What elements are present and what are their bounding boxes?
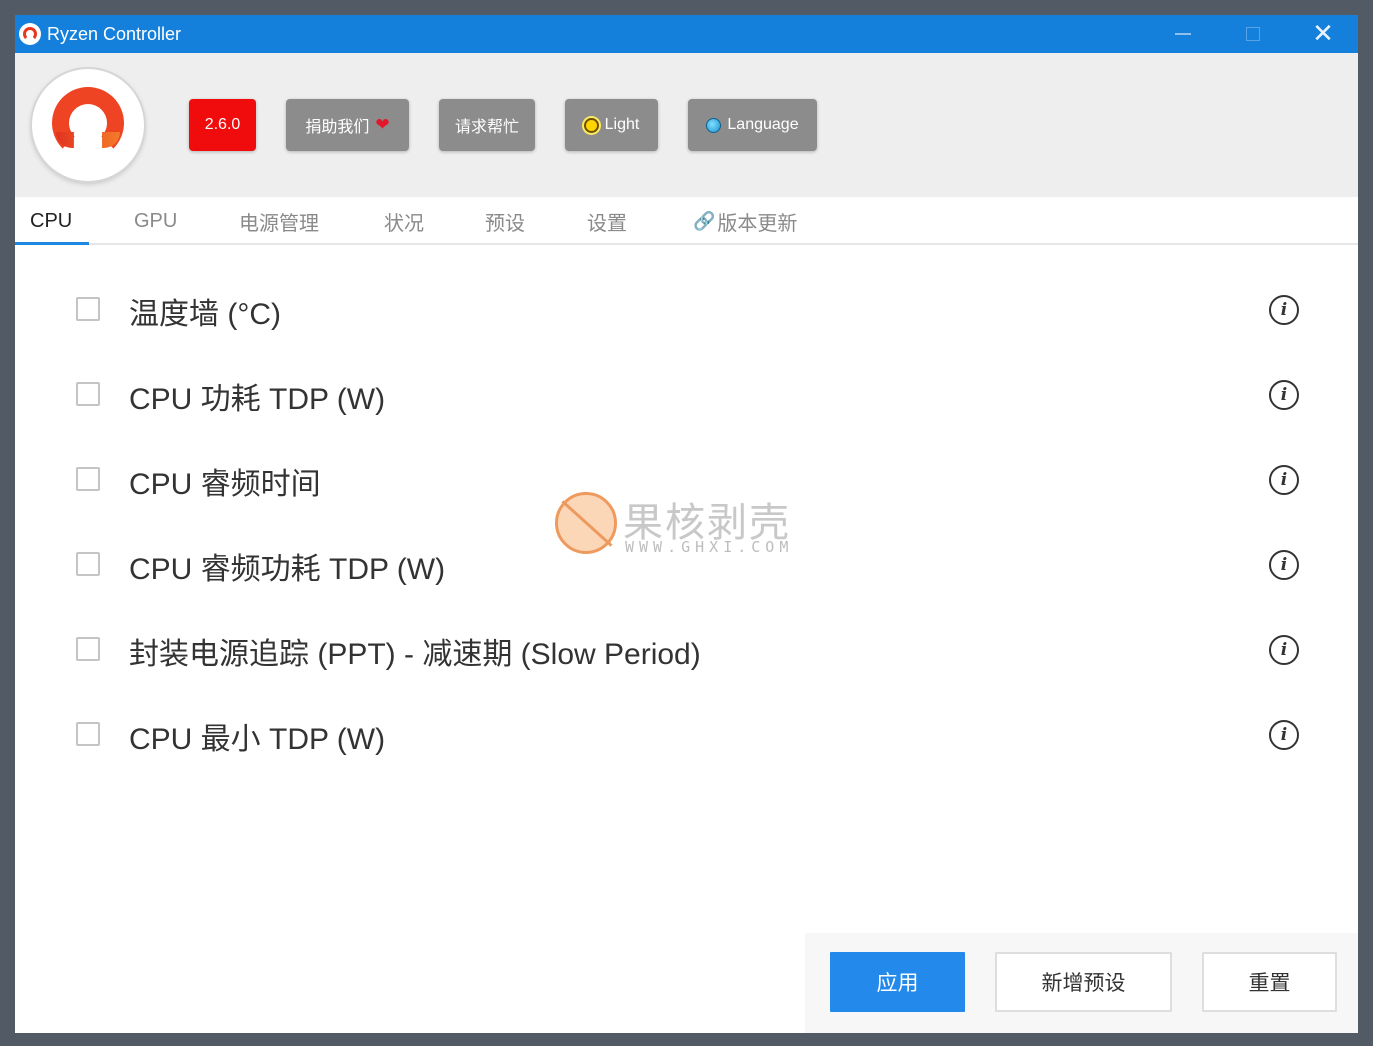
setting-label: CPU 最小 TDP (W) [129,723,386,756]
help-label: 请求帮忙 [454,119,519,136]
min-tdp-checkbox[interactable] [76,722,100,746]
language-label: Language [727,116,799,133]
tab-cpu[interactable]: CPU [30,197,72,245]
info-icon[interactable]: i [1269,465,1299,495]
temperature-checkbox[interactable] [76,297,100,321]
boost-time-checkbox[interactable] [76,467,100,491]
header-bar: 2.6.0 捐助我们 ❤ 请求帮忙 Light Language [15,53,1358,197]
setting-label: CPU 睿频功耗 TDP (W) [129,553,446,586]
setting-label: 温度墙 (°C) [129,298,281,331]
setting-row-temperature: 温度墙 (°C) i [15,267,1358,352]
tab-presets[interactable]: 预设 [485,197,525,245]
theme-label: Light [604,116,640,133]
app-window: Ryzen Controller ✕ 2.6.0 捐助我们 ❤ 请求帮忙 Lig… [15,15,1358,1033]
close-icon: ✕ [1312,19,1334,49]
info-icon[interactable]: i [1269,550,1299,580]
watermark-logo-icon [555,492,617,554]
app-logo [32,69,144,181]
minimize-icon [1175,33,1191,35]
info-icon[interactable]: i [1269,720,1299,750]
version-button[interactable]: 2.6.0 [189,99,256,151]
apply-label: 应用 [876,972,919,995]
add-preset-label: 新增预设 [1041,972,1126,995]
theme-button[interactable]: Light [565,99,658,151]
info-icon[interactable]: i [1269,295,1299,325]
apply-button[interactable]: 应用 [830,952,965,1012]
setting-label: CPU 功耗 TDP (W) [129,383,386,416]
setting-row-ppt-slow: 封装电源追踪 (PPT) - 减速期 (Slow Period) i [15,607,1358,692]
tab-power-management[interactable]: 电源管理 [239,197,319,245]
add-preset-button[interactable]: 新增预设 [995,952,1172,1012]
reset-label: 重置 [1248,972,1291,995]
tab-label: CPU [30,209,73,232]
info-icon[interactable]: i [1269,380,1299,410]
help-button[interactable]: 请求帮忙 [439,99,535,151]
window-controls: ✕ [1148,15,1358,53]
ppt-slow-checkbox[interactable] [76,637,100,661]
link-icon: 🔗 [693,210,716,231]
tab-bar: CPU GPU 电源管理 状况 预设 设置 🔗 版本更新 [15,197,1358,245]
watermark-url: WWW.GHXI.COM [625,538,794,556]
minimize-button[interactable] [1148,15,1218,53]
heart-icon: ❤ [375,115,390,134]
tab-status[interactable]: 状况 [384,197,424,245]
tab-label: GPU [134,209,178,232]
info-icon[interactable]: i [1269,635,1299,665]
language-button[interactable]: Language [688,99,817,151]
globe-icon [706,117,722,133]
tab-label: 预设 [485,212,525,235]
maximize-button[interactable] [1218,15,1288,53]
window-title: Ryzen Controller [47,23,182,44]
tab-label: 设置 [587,212,627,235]
close-button[interactable]: ✕ [1288,15,1358,53]
donate-button[interactable]: 捐助我们 ❤ [286,99,409,151]
setting-row-cpu-tdp: CPU 功耗 TDP (W) i [15,352,1358,437]
tab-settings[interactable]: 设置 [587,197,627,245]
tab-label: 版本更新 [717,212,798,235]
title-bar: Ryzen Controller ✕ [15,15,1358,53]
boost-tdp-checkbox[interactable] [76,552,100,576]
tab-gpu[interactable]: GPU [134,197,177,245]
donate-label: 捐助我们 [305,119,370,136]
reset-button[interactable]: 重置 [1202,952,1337,1012]
tab-version-update[interactable]: 🔗 版本更新 [693,197,797,245]
tab-label: 状况 [384,212,424,235]
tab-label: 电源管理 [239,212,319,235]
setting-label: 封装电源追踪 (PPT) - 减速期 (Slow Period) [129,638,701,671]
setting-row-min-tdp: CPU 最小 TDP (W) i [15,692,1358,777]
cpu-tdp-checkbox[interactable] [76,382,100,406]
setting-label: CPU 睿频时间 [129,468,321,501]
active-tab-indicator [15,242,89,245]
ryzen-logo-icon [19,23,41,45]
sun-icon [583,117,599,133]
watermark: 果核剥壳 WWW.GHXI.COM [555,490,845,560]
maximize-icon [1246,27,1260,41]
version-label: 2.6.0 [204,116,241,133]
